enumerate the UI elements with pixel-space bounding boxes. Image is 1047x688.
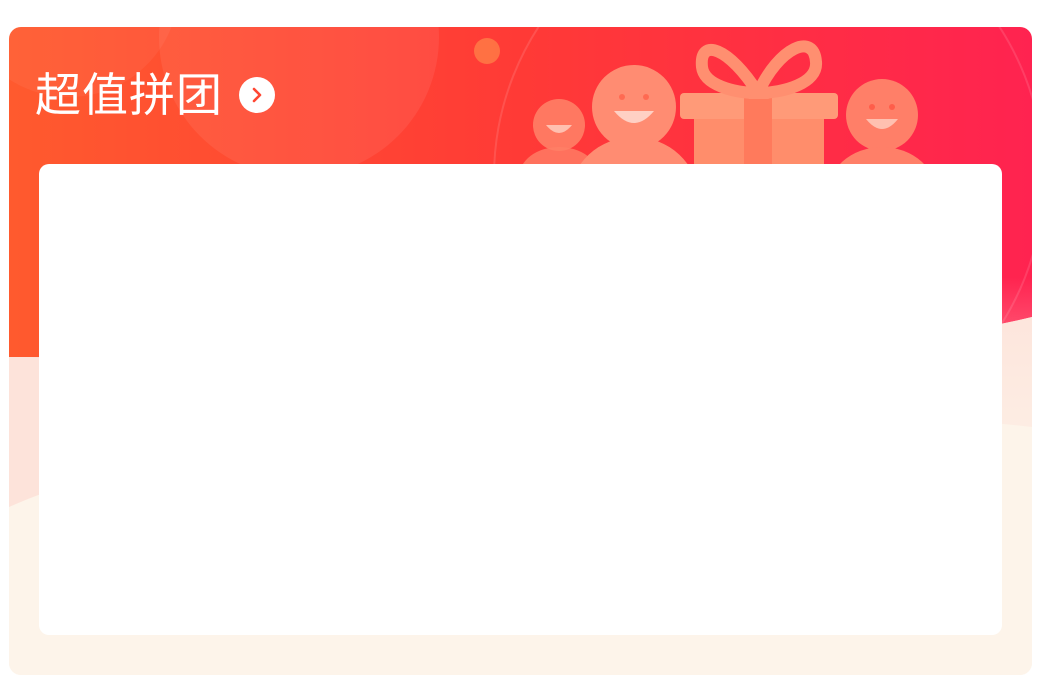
chevron-right-icon: [252, 87, 262, 103]
section-title: 超值拼团: [35, 68, 223, 122]
group-buy-card: 超值拼团: [9, 27, 1032, 675]
card-header: 超值拼团: [35, 63, 275, 127]
gift-box-icon: [680, 40, 838, 177]
more-button[interactable]: [239, 77, 275, 113]
group-buy-gift-illustration: [519, 40, 934, 177]
product-list-panel: [39, 164, 1002, 635]
